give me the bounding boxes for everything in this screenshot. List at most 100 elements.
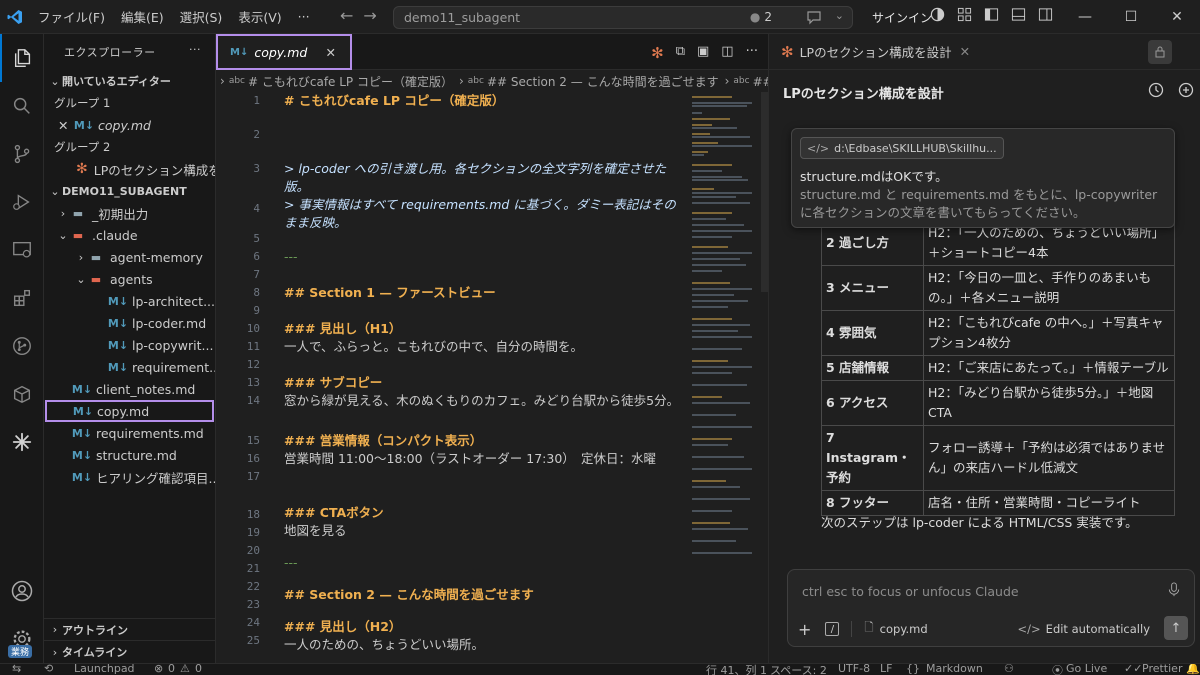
- tree-file-hearing[interactable]: M↓ ヒアリング確認項目...: [44, 466, 215, 488]
- warnings-count[interactable]: 0: [195, 664, 202, 675]
- tree-folder-agents[interactable]: ⌄ ▬ agents: [44, 268, 215, 290]
- more-actions-icon[interactable]: ···: [189, 43, 201, 56]
- editor-scrollbar[interactable]: [761, 92, 768, 292]
- maximize-icon[interactable]: ☐: [1108, 0, 1154, 34]
- tree-file-lp-architect[interactable]: M↓ lp-architect....: [44, 290, 215, 312]
- symbol-string-icon: abc: [467, 76, 484, 86]
- send-button[interactable]: ↑: [1164, 616, 1188, 640]
- open-editors-section[interactable]: ⌄ 開いているエディター: [44, 70, 215, 92]
- tree-folder-agent-memory[interactable]: › ▬ agent-memory: [44, 246, 215, 268]
- go-live-button[interactable]: Go Live: [1066, 664, 1107, 675]
- close-window-icon[interactable]: ✕: [1154, 0, 1200, 34]
- timeline-section[interactable]: › タイムライン: [44, 641, 216, 663]
- minimap[interactable]: [690, 92, 760, 663]
- menu-view[interactable]: 表示(V): [230, 7, 289, 26]
- errors-count[interactable]: 0: [168, 664, 175, 675]
- launchpad-icon[interactable]: ⟲: [44, 664, 53, 675]
- add-icon[interactable]: +: [798, 620, 811, 639]
- toggle-panel-icon[interactable]: [1011, 7, 1026, 26]
- table-row: 4 雰囲気 H2：「こもれびcafe の中へ。」＋写真キャプション4枚分: [821, 310, 1175, 356]
- command-center-search[interactable]: demo11_subagent ● 2 ⌄: [393, 6, 853, 29]
- go-live-icon[interactable]: ⦿: [1052, 664, 1063, 675]
- back-arrow-icon[interactable]: ←: [340, 6, 353, 25]
- error-icon[interactable]: ⊗: [154, 664, 163, 675]
- end-of-line[interactable]: LF: [880, 664, 892, 675]
- code-area[interactable]: 1 # こもれびcafe LP コピー（確定版） 2 3 > lp-coder …: [216, 92, 686, 663]
- notifications-icon[interactable]: 🔔: [1186, 664, 1200, 675]
- remote-explorer-icon[interactable]: [0, 226, 44, 274]
- new-chat-icon[interactable]: [1178, 82, 1194, 102]
- close-tab-icon[interactable]: ✕: [326, 45, 336, 60]
- tree-file-requirements-agent[interactable]: M↓ requirement...: [44, 356, 215, 378]
- run-debug-icon[interactable]: [0, 178, 44, 226]
- signin-button[interactable]: サインイン: [872, 9, 932, 26]
- breadcrumb-h3[interactable]: ### ショー: [753, 73, 768, 90]
- outline-section[interactable]: › アウトライン: [44, 619, 216, 641]
- project-section[interactable]: ⌄ DEMO11_SUBAGENT: [44, 180, 215, 202]
- menu-edit[interactable]: 編集(E): [113, 7, 172, 26]
- forward-arrow-icon[interactable]: →: [363, 6, 376, 25]
- tree-file-structure[interactable]: M↓ structure.md: [44, 444, 215, 466]
- more-actions-icon[interactable]: ···: [746, 44, 758, 62]
- menu-file[interactable]: ファイル(F): [30, 7, 113, 26]
- breadcrumb-h2[interactable]: ## Section 2 — こんな時間を過ごせます: [487, 73, 719, 90]
- edit-mode-toggle[interactable]: </> Edit automatically: [1018, 622, 1150, 636]
- chevron-down-icon[interactable]: ⌄: [835, 9, 844, 22]
- toggle-sidebar-icon[interactable]: [984, 7, 999, 26]
- manage-gear-icon[interactable]: 業務: [0, 615, 44, 663]
- preview-icon[interactable]: ▣: [697, 44, 709, 62]
- history-icon[interactable]: [1148, 82, 1164, 102]
- minimize-icon[interactable]: —: [1062, 0, 1108, 34]
- attached-file[interactable]: copy.md: [880, 622, 928, 636]
- toggle-secondary-sidebar-icon[interactable]: [1038, 7, 1053, 26]
- agent-count-badge[interactable]: ● 2: [750, 10, 772, 24]
- prompt-input[interactable]: ctrl esc to focus or unfocus Claude + / …: [787, 569, 1195, 647]
- copilot-icon[interactable]: [930, 7, 945, 26]
- claude-icon[interactable]: [0, 418, 44, 466]
- extensions-icon[interactable]: [0, 274, 44, 322]
- cursor-position[interactable]: 行 41、列 1: [706, 664, 767, 675]
- claude-spark-icon[interactable]: ✻: [651, 44, 664, 62]
- source-control-icon[interactable]: [0, 130, 44, 178]
- copilot-status-icon[interactable]: ⚇: [1004, 664, 1014, 675]
- tab-copy-md[interactable]: M↓ copy.md ✕: [216, 34, 352, 70]
- file-path-chip[interactable]: </> d:\Edbase\SKILLHUB\Skillhu...: [800, 137, 1004, 159]
- menu-more[interactable]: ···: [290, 9, 318, 24]
- tree-file-copy[interactable]: M↓ copy.md: [45, 400, 214, 422]
- encoding[interactable]: UTF-8: [838, 664, 870, 675]
- menu-selection[interactable]: 選択(S): [172, 7, 231, 26]
- tab-claude-session[interactable]: ✻ LPのセクション構成を設計 ✕: [769, 34, 1200, 70]
- chevron-down-icon: ⌄: [50, 184, 60, 198]
- open-changes-icon[interactable]: ⧉: [676, 44, 685, 62]
- breadcrumb-h1[interactable]: # こもれびcafe LP コピー（確定版）: [248, 73, 453, 90]
- customize-layout-icon[interactable]: [957, 7, 972, 26]
- search-icon[interactable]: [0, 82, 44, 130]
- tree-folder-claude[interactable]: ⌄ ▬ .claude: [44, 224, 215, 246]
- open-editor-copy[interactable]: ✕ M↓ copy.md: [44, 114, 215, 136]
- tree-file-lp-coder[interactable]: M↓ lp-coder.md: [44, 312, 215, 334]
- chat-icon[interactable]: [806, 9, 822, 28]
- container-icon[interactable]: [0, 370, 44, 418]
- indentation[interactable]: スペース: 2: [770, 664, 827, 675]
- slash-command-icon[interactable]: /: [825, 622, 840, 636]
- close-icon[interactable]: ✕: [58, 118, 72, 133]
- microphone-icon[interactable]: [1168, 582, 1180, 601]
- close-tab-icon[interactable]: ✕: [960, 44, 970, 59]
- language-mode[interactable]: Markdown: [926, 664, 983, 675]
- warning-icon[interactable]: ⚠: [180, 664, 190, 675]
- prettier-icon[interactable]: ✓✓: [1124, 664, 1142, 675]
- tree-folder-init-output[interactable]: › ▬ _初期出力: [44, 202, 215, 224]
- account-icon[interactable]: [0, 567, 44, 615]
- tree-file-requirements[interactable]: M↓ requirements.md: [44, 422, 215, 444]
- git-graph-icon[interactable]: [0, 322, 44, 370]
- tree-file-client-notes[interactable]: M↓ client_notes.md: [44, 378, 215, 400]
- tree-file-lp-copywriter[interactable]: M↓ lp-copywrit...: [44, 334, 215, 356]
- split-editor-icon[interactable]: ◫: [721, 44, 733, 62]
- remote-icon[interactable]: ⇆: [12, 664, 21, 675]
- open-editor-claude[interactable]: ✻ LPのセクション構成を...: [44, 158, 215, 180]
- launchpad-label[interactable]: Launchpad: [74, 664, 135, 675]
- explorer-icon[interactable]: [0, 34, 44, 82]
- prettier-status[interactable]: Prettier: [1142, 664, 1182, 675]
- lock-icon[interactable]: [1148, 40, 1172, 64]
- user-message-popup[interactable]: </> d:\Edbase\SKILLHUB\Skillhu... struct…: [791, 128, 1175, 228]
